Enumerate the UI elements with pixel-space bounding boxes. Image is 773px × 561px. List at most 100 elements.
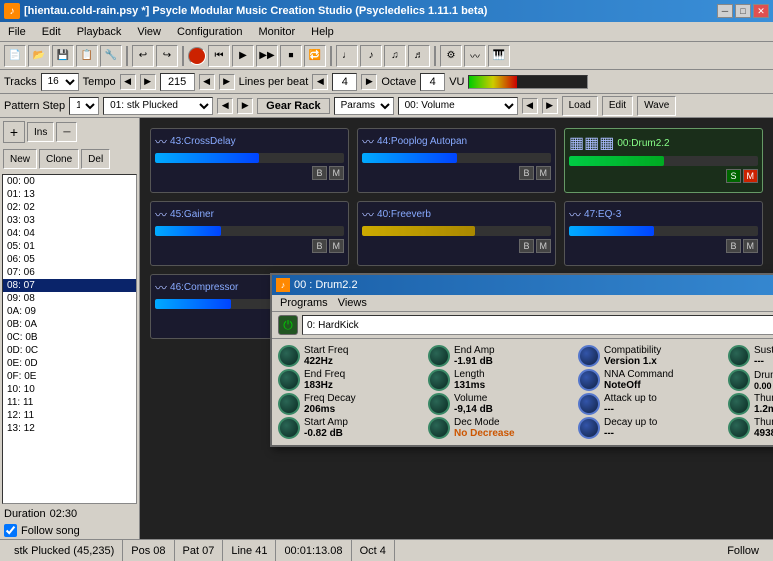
sustain-volume-knob[interactable] (728, 345, 750, 367)
volume-knob[interactable] (428, 393, 450, 415)
tempo-scroll-down-btn[interactable]: ◀ (199, 74, 215, 90)
toolbar-saveas-btn[interactable]: 📋 (76, 45, 98, 67)
compatibility-knob[interactable] (578, 345, 600, 367)
toolbar-redo-btn[interactable]: ↪ (156, 45, 178, 67)
drum-power-button[interactable]: ⏻ (278, 315, 298, 335)
toolbar-open-btn[interactable]: 📂 (28, 45, 50, 67)
drum-menu-views[interactable]: Views (338, 297, 367, 309)
load-button[interactable]: Load (562, 96, 598, 116)
drum-menu-programs[interactable]: Programs (280, 297, 328, 309)
volume-select[interactable]: 00: Volume (398, 97, 518, 115)
list-item[interactable]: 03: 03 (3, 214, 136, 227)
toolbar-play2-btn[interactable]: ▶▶ (256, 45, 278, 67)
toolbar-undo2-btn[interactable]: ↩ (132, 45, 154, 67)
toolbar-piano-btn[interactable]: 🎹 (488, 45, 510, 67)
start-freq-knob[interactable] (278, 345, 300, 367)
pattern-select[interactable]: 01: stk Plucked (103, 97, 213, 115)
title-bar-controls[interactable]: ─ □ ✕ (717, 4, 769, 18)
list-item[interactable]: 02: 02 (3, 201, 136, 214)
toolbar-rec-btn[interactable] (188, 47, 206, 65)
module-b-btn2[interactable]: B (519, 166, 533, 180)
tempo-input[interactable] (160, 73, 195, 91)
list-item[interactable]: 0B: 0A (3, 318, 136, 331)
pattern-list[interactable]: 00: 00 01: 13 02: 02 03: 03 04: 04 05: 0… (2, 174, 137, 504)
end-freq-knob[interactable] (278, 369, 300, 391)
toolbar-new-btn[interactable]: 📄 (4, 45, 26, 67)
toolbar-undo-btn[interactable]: 🔧 (100, 45, 122, 67)
module-m-btn3[interactable]: M (743, 169, 759, 183)
lines-up-btn[interactable]: ▶ (361, 74, 377, 90)
attack-up-knob[interactable] (578, 393, 600, 415)
module-freeverb[interactable]: 〰 40:Freeverb B M (357, 201, 556, 266)
new-button[interactable]: New (3, 149, 37, 169)
freq-decay-knob[interactable] (278, 393, 300, 415)
del-button[interactable]: Del (81, 149, 110, 169)
menu-edit[interactable]: Edit (38, 25, 65, 39)
list-item[interactable]: 0F: 0E (3, 370, 136, 383)
toolbar-loop-btn[interactable]: 🔁 (304, 45, 326, 67)
dec-mode-knob[interactable] (428, 417, 450, 439)
toolbar-notes4-btn[interactable]: ♬ (408, 45, 430, 67)
list-item[interactable]: 09: 08 (3, 292, 136, 305)
list-item[interactable]: 12: 11 (3, 409, 136, 422)
drum-thump-mix-knob[interactable] (728, 369, 750, 391)
minimize-button[interactable]: ─ (717, 4, 733, 18)
menu-help[interactable]: Help (307, 25, 338, 39)
module-b-btn[interactable]: B (312, 166, 326, 180)
list-item[interactable]: 0C: 0B (3, 331, 136, 344)
module-autopan[interactable]: 〰 44:Pooplog Autopan B M (357, 128, 556, 193)
lines-down-btn[interactable]: ◀ (312, 74, 328, 90)
module-m-btn5[interactable]: M (536, 239, 552, 253)
wave-button[interactable]: Wave (637, 96, 676, 116)
close-button[interactable]: ✕ (753, 4, 769, 18)
menu-monitor[interactable]: Monitor (254, 25, 299, 39)
step-select[interactable]: 1 (69, 97, 99, 115)
del-button2[interactable]: ─ (56, 122, 77, 142)
menu-configuration[interactable]: Configuration (173, 25, 246, 39)
toolbar-notes2-btn[interactable]: ♪ (360, 45, 382, 67)
module-crossdelay[interactable]: 〰 43:CrossDelay B M (150, 128, 349, 193)
lines-input[interactable] (332, 73, 357, 91)
module-m-btn4[interactable]: M (329, 239, 345, 253)
start-amp-knob[interactable] (278, 417, 300, 439)
module-m-btn[interactable]: M (329, 166, 345, 180)
thump-freq-knob[interactable] (728, 417, 750, 439)
maximize-button[interactable]: □ (735, 4, 751, 18)
module-m-btn6[interactable]: M (743, 239, 759, 253)
module-m-btn2[interactable]: M (536, 166, 552, 180)
list-item[interactable]: 00: 00 (3, 175, 136, 188)
list-item[interactable]: 04: 04 (3, 227, 136, 240)
list-item[interactable]: 05: 01 (3, 240, 136, 253)
module-drum[interactable]: ▦▦▦ 00:Drum2.2 S M (564, 128, 763, 193)
toolbar-gear-btn[interactable]: ⚙ (440, 45, 462, 67)
volume-next-btn[interactable]: ▶ (542, 98, 558, 114)
module-b-btn3[interactable]: B (312, 239, 326, 253)
list-item[interactable]: 0D: 0C (3, 344, 136, 357)
tracks-select[interactable]: 16 (41, 73, 79, 91)
list-item[interactable]: 13: 12 (3, 422, 136, 435)
toolbar-save-btn[interactable]: 💾 (52, 45, 74, 67)
module-b-btn5[interactable]: B (726, 239, 740, 253)
tempo-scroll-up-btn[interactable]: ▶ (219, 74, 235, 90)
thump-length-knob[interactable] (728, 393, 750, 415)
toolbar-stop-btn[interactable]: ⏹ (280, 45, 302, 67)
module-s-btn[interactable]: S (726, 169, 740, 183)
pattern-prev-btn[interactable]: ◀ (217, 98, 233, 114)
module-gainer[interactable]: 〰 45:Gainer B M (150, 201, 349, 266)
toolbar-wave-btn[interactable]: 〰 (464, 45, 486, 67)
edit-button[interactable]: Edit (602, 96, 633, 116)
list-item-selected[interactable]: 08: 07 (3, 279, 136, 292)
toolbar-play-btn[interactable]: ▶ (232, 45, 254, 67)
tempo-up-btn[interactable]: ▶ (140, 74, 156, 90)
list-item[interactable]: 07: 06 (3, 266, 136, 279)
params-select[interactable]: Params (334, 97, 394, 115)
volume-prev-btn[interactable]: ◀ (522, 98, 538, 114)
pattern-next-btn[interactable]: ▶ (237, 98, 253, 114)
list-item[interactable]: 01: 13 (3, 188, 136, 201)
list-item[interactable]: 11: 11 (3, 396, 136, 409)
module-b-btn4[interactable]: B (519, 239, 533, 253)
clone-button[interactable]: Clone (39, 149, 79, 169)
menu-view[interactable]: View (133, 25, 165, 39)
decay-up-knob[interactable] (578, 417, 600, 439)
tempo-down-btn[interactable]: ◀ (120, 74, 136, 90)
